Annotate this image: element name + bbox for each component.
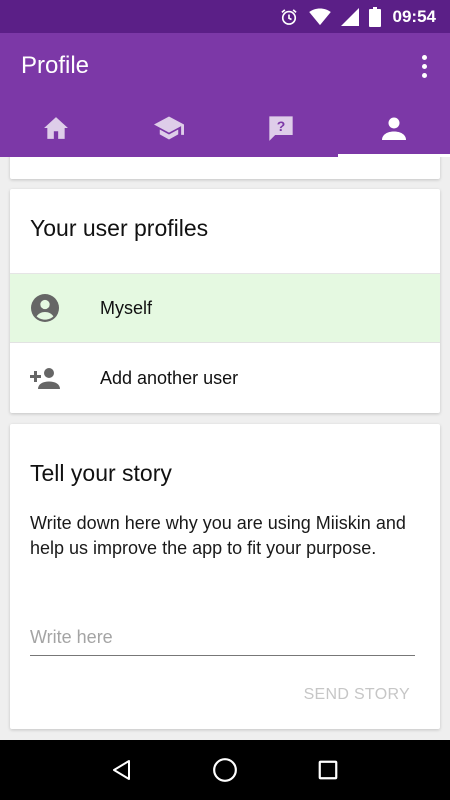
add-user-button[interactable]: Add another user: [10, 343, 440, 413]
more-vert-icon[interactable]: [414, 52, 434, 80]
tab-help[interactable]: ?: [225, 99, 338, 157]
story-card: Tell your story Write down here why you …: [10, 424, 440, 729]
help-icon: ?: [269, 116, 293, 141]
tab-profile[interactable]: [337, 99, 450, 157]
add-user-label: Add another user: [100, 367, 239, 388]
alarm-icon: [279, 7, 299, 27]
school-icon: [153, 116, 184, 140]
svg-text:?: ?: [277, 118, 286, 134]
story-input[interactable]: [30, 624, 415, 656]
tab-learn[interactable]: [113, 99, 226, 157]
system-nav-bar: [0, 740, 450, 800]
back-icon[interactable]: [102, 750, 142, 790]
profile-item-label: Myself: [100, 297, 153, 318]
content-area[interactable]: Your user profiles Myself Add another us…: [0, 157, 450, 740]
signal-icon: [340, 7, 359, 26]
page-title: Profile: [21, 52, 90, 79]
profile-item-myself[interactable]: Myself: [10, 273, 440, 343]
wifi-icon: [308, 7, 331, 26]
user-profiles-card: Your user profiles Myself Add another us…: [10, 189, 440, 413]
send-story-button[interactable]: SEND STORY: [304, 686, 410, 704]
account-circle-icon: [31, 294, 59, 322]
home-icon: [44, 117, 69, 139]
tab-home[interactable]: [0, 99, 113, 157]
profiles-title: Your user profiles: [30, 215, 209, 241]
battery-icon: [368, 6, 381, 27]
story-description: Write down here why you are using Miiski…: [30, 513, 406, 558]
person-icon: [381, 117, 406, 140]
previous-card: [10, 157, 440, 179]
status-time: 09:54: [392, 6, 436, 26]
tab-bar: ?: [0, 99, 450, 157]
recents-icon[interactable]: [308, 750, 348, 790]
home-circle-icon[interactable]: [205, 750, 245, 790]
story-title: Tell your story: [30, 460, 172, 486]
app-bar: Profile ?: [0, 33, 450, 157]
person-add-icon: [30, 368, 60, 389]
status-bar: 09:54: [0, 0, 450, 33]
